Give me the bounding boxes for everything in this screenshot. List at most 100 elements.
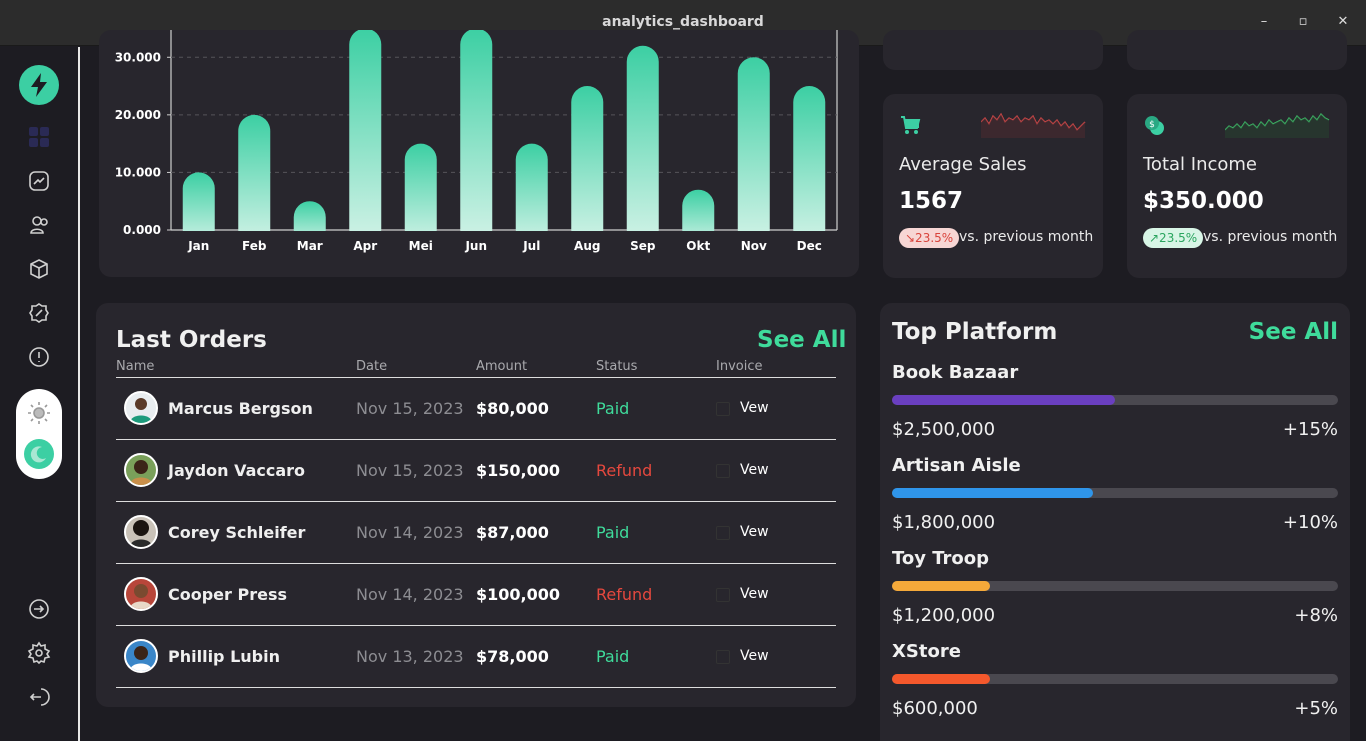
discount-badge-icon[interactable] <box>27 301 51 325</box>
order-amount: $78,000 <box>476 647 549 666</box>
theme-toggle[interactable] <box>16 389 62 479</box>
chart-bar <box>737 57 770 246</box>
svg-text:$: $ <box>1149 120 1155 130</box>
monthly-bar-chart-card: 0.000 10.000 20.000 30.000 Jan Feb Mar Apr Mei Ju… <box>99 30 859 277</box>
chart-bar <box>349 30 382 246</box>
stat-comparison: vs. previous month <box>959 229 1094 245</box>
table-row[interactable]: Marcus Bergson Nov 15, 2023 $80,000 Paid… <box>116 378 836 440</box>
order-amount: $80,000 <box>476 399 549 418</box>
table-row[interactable]: Jaydon Vaccaro Nov 15, 2023 $150,000 Ref… <box>116 440 836 502</box>
x-tick-label: Jul <box>522 239 540 253</box>
logout-icon[interactable] <box>27 685 51 709</box>
x-tick-label: Sep <box>630 239 656 253</box>
avatar <box>124 639 158 673</box>
platform-name: Toy Troop <box>892 548 990 569</box>
order-amount: $100,000 <box>476 585 561 604</box>
platform-progress-fill <box>892 674 991 684</box>
platform-growth: +8% <box>1294 605 1338 626</box>
platform-progress-track <box>892 581 1338 591</box>
column-header-amount: Amount <box>476 359 528 374</box>
customer-name: Cooper Press <box>168 585 288 604</box>
maximize-button[interactable]: ▫ <box>1293 12 1313 32</box>
customer-name: Phillip Lubin <box>168 647 280 666</box>
login-arrow-icon[interactable] <box>27 597 51 621</box>
stat-card-top-right <box>1127 30 1347 70</box>
stat-card-top-left <box>883 30 1103 70</box>
x-tick-label: Aug <box>574 239 600 253</box>
column-header-name: Name <box>116 359 155 374</box>
x-tick-label: Jan <box>187 239 209 253</box>
alert-info-icon[interactable] <box>27 345 51 369</box>
platform-growth: +5% <box>1294 698 1338 719</box>
close-button[interactable]: ✕ <box>1333 12 1353 32</box>
table-row[interactable]: Corey Schleifer Nov 14, 2023 $87,000 Pai… <box>116 502 836 564</box>
column-header-date: Date <box>356 359 388 374</box>
view-invoice-link[interactable]: Vew <box>740 400 769 416</box>
cart-icon <box>899 114 921 136</box>
settings-gear-icon[interactable] <box>27 641 51 665</box>
platform-value: $600,000 <box>892 698 978 719</box>
baseline-mask <box>172 231 836 247</box>
logo-bolt-icon[interactable] <box>19 65 59 105</box>
invoice-icon <box>716 650 730 664</box>
invoice-icon <box>716 464 730 478</box>
x-tick-label: Nov <box>741 239 767 253</box>
platform-name: Book Bazaar <box>892 362 1019 383</box>
moon-icon[interactable] <box>24 439 54 469</box>
table-row[interactable]: Phillip Lubin Nov 13, 2023 $78,000 Paid … <box>116 626 836 688</box>
orders-see-all-link[interactable]: See All <box>757 327 846 353</box>
y-tick-label: 10.000 <box>115 165 161 179</box>
platform-value: $2,500,000 <box>892 419 996 440</box>
analytics-trend-icon[interactable] <box>27 169 51 193</box>
y-tick-label: 20.000 <box>115 108 161 122</box>
platform-progress-fill <box>892 488 1093 498</box>
stat-value: 1567 <box>899 188 964 214</box>
stat-comparison: vs. previous month <box>1203 229 1338 245</box>
section-title: Last Orders <box>116 327 267 353</box>
x-tick-label: Dec <box>797 239 822 253</box>
y-tick-label: 30.000 <box>115 50 161 64</box>
status-refund: Refund <box>596 585 653 604</box>
customer-name: Marcus Bergson <box>168 399 313 418</box>
column-header-status: Status <box>596 359 638 374</box>
avatar <box>124 453 158 487</box>
total-income-card: $ Total Income $350.000 ↗23.5% vs. previ… <box>1127 94 1347 278</box>
status-paid: Paid <box>596 399 630 418</box>
minimize-button[interactable]: – <box>1254 12 1274 32</box>
users-icon[interactable] <box>27 213 51 237</box>
top-platform-card: Top Platform See All Book Bazaar $2,500,… <box>880 303 1350 741</box>
trend-down-badge: ↘23.5% <box>899 228 960 248</box>
status-refund: Refund <box>596 461 653 480</box>
view-invoice-link[interactable]: Vew <box>740 524 769 540</box>
view-invoice-link[interactable]: Vew <box>740 586 769 602</box>
section-title: Top Platform <box>892 319 1058 345</box>
invoice-icon <box>716 402 730 416</box>
platform-growth: +10% <box>1282 512 1338 533</box>
platform-progress-fill <box>892 581 991 591</box>
chart-bar <box>571 86 604 246</box>
order-date: Nov 15, 2023 <box>356 399 464 418</box>
box-icon[interactable] <box>27 257 51 281</box>
view-invoice-link[interactable]: Vew <box>740 462 769 478</box>
sales-sparkline <box>980 108 1087 138</box>
table-row[interactable]: Cooper Press Nov 14, 2023 $100,000 Refun… <box>116 564 836 626</box>
sun-icon[interactable] <box>27 401 51 425</box>
customer-name: Jaydon Vaccaro <box>168 461 306 480</box>
x-tick-label: Feb <box>242 239 267 253</box>
chart-bar <box>460 30 493 246</box>
platform-progress-track <box>892 674 1338 684</box>
dashboard-grid-icon[interactable] <box>27 125 51 149</box>
view-invoice-link[interactable]: Vew <box>740 648 769 664</box>
y-tick-label: 0.000 <box>123 223 161 237</box>
trend-up-badge: ↗23.5% <box>1143 228 1204 248</box>
chart-bar <box>238 114 271 247</box>
chart-bar <box>404 143 437 246</box>
avatar <box>124 577 158 611</box>
avatar <box>124 391 158 425</box>
platforms-see-all-link[interactable]: See All <box>1249 319 1338 345</box>
platform-value: $1,200,000 <box>892 605 996 626</box>
average-sales-card: Average Sales 1567 ↘23.5% vs. previous m… <box>883 94 1103 278</box>
platform-name: XStore <box>892 641 961 662</box>
order-amount: $150,000 <box>476 461 561 480</box>
platform-progress-track <box>892 395 1338 405</box>
